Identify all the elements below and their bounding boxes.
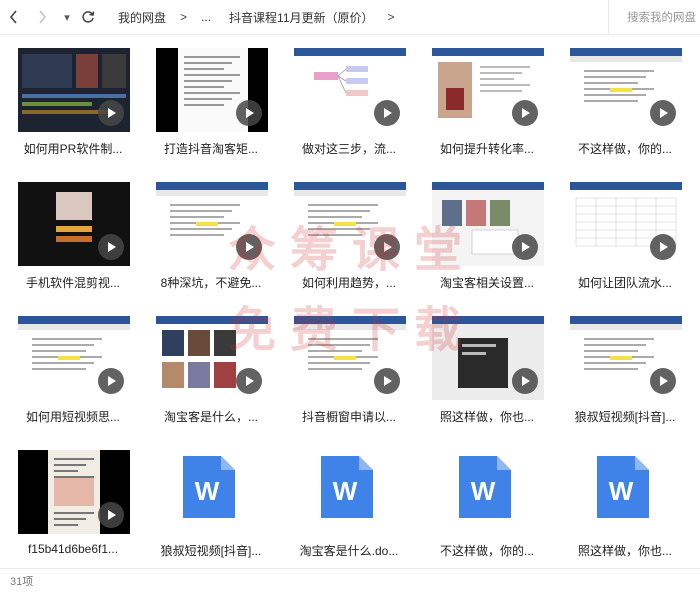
video-file-tile[interactable]: 打造抖音淘客矩...	[138, 40, 276, 170]
video-file-tile[interactable]: 做对这三步，流...	[276, 40, 414, 170]
video-file-tile[interactable]: 抖音橱窗申请以...	[276, 308, 414, 438]
video-thumbnail	[294, 182, 406, 266]
file-name: 不这样做，你的...	[577, 142, 672, 156]
svg-text:W: W	[195, 476, 220, 506]
chevron-right-icon	[39, 10, 47, 24]
video-thumbnail	[156, 182, 268, 266]
item-count: 31项	[10, 575, 34, 588]
document-file-tile[interactable]: W 狼叔短视频[抖音]...	[138, 442, 276, 572]
video-thumbnail	[432, 48, 544, 132]
play-icon	[236, 100, 262, 126]
video-file-tile[interactable]: 如何利用趋势，...	[276, 174, 414, 304]
file-name: 手机软件混剪视...	[25, 276, 120, 290]
video-thumbnail	[432, 182, 544, 266]
play-icon	[374, 100, 400, 126]
video-file-tile[interactable]: 淘宝客是什么，...	[138, 308, 276, 438]
file-name: 如何提升转化率...	[439, 142, 534, 156]
video-thumbnail	[18, 316, 130, 400]
file-name: f15b41d6be6f1...	[27, 542, 119, 556]
breadcrumb-current[interactable]: 抖音课程11月更新（原价）	[229, 9, 373, 26]
svg-text:W: W	[333, 476, 358, 506]
play-icon	[512, 100, 538, 126]
file-name: 如何用PR软件制...	[23, 142, 123, 156]
document-file-tile[interactable]: W 照这样做，你也...	[552, 442, 690, 572]
file-name: 狼叔短视频[抖音]...	[160, 544, 262, 558]
file-name: 淘宝客相关设置...	[439, 276, 534, 290]
document-file-tile[interactable]: W 淘宝客是什么.do...	[276, 442, 414, 572]
file-name: 8种深坑，不避免...	[160, 276, 262, 290]
video-thumbnail	[570, 316, 682, 400]
file-name: 如何利用趋势，...	[301, 276, 396, 290]
file-name: 不这样做，你的...	[439, 544, 534, 558]
file-name: 照这样做，你也...	[577, 544, 672, 558]
breadcrumb-root[interactable]: 我的网盘	[118, 9, 166, 26]
refresh-icon	[82, 11, 95, 23]
video-thumbnail	[18, 182, 130, 266]
file-name: 如何用短视频思...	[25, 410, 120, 424]
toolbar: ▾ 我的网盘 > ... 抖音课程11月更新（原价） > 搜索我的网盘	[0, 0, 700, 35]
file-name: 如何让团队流水...	[577, 276, 672, 290]
video-file-tile[interactable]: 如何用PR软件制...	[0, 40, 138, 170]
breadcrumb-ellipsis[interactable]: ...	[201, 10, 211, 24]
svg-text:W: W	[609, 476, 634, 506]
video-file-tile[interactable]: 如何让团队流水...	[552, 174, 690, 304]
play-icon	[374, 368, 400, 394]
file-name: 做对这三步，流...	[301, 142, 396, 156]
video-thumbnail	[156, 48, 268, 132]
video-file-tile[interactable]: 如何提升转化率...	[414, 40, 552, 170]
video-thumbnail	[294, 48, 406, 132]
video-thumbnail	[294, 316, 406, 400]
caret-down-icon: ▾	[64, 11, 70, 24]
video-file-tile[interactable]: 8种深坑，不避免...	[138, 174, 276, 304]
play-icon	[512, 368, 538, 394]
play-icon	[650, 100, 676, 126]
play-icon	[650, 234, 676, 260]
refresh-button[interactable]	[78, 7, 98, 27]
video-thumbnail	[18, 48, 130, 132]
svg-text:W: W	[471, 476, 496, 506]
word-doc-icon: W	[459, 456, 511, 518]
history-dropdown[interactable]: ▾	[57, 7, 77, 27]
file-name: 淘宝客是什么，...	[163, 410, 258, 424]
video-file-tile[interactable]: f15b41d6be6f1...	[0, 442, 138, 572]
breadcrumb-separator: >	[180, 10, 188, 24]
video-file-tile[interactable]: 不这样做，你的...	[552, 40, 690, 170]
forward-button[interactable]	[32, 7, 52, 27]
video-thumbnail	[156, 316, 268, 400]
video-file-tile[interactable]: 如何用短视频思...	[0, 308, 138, 438]
search-input[interactable]: 搜索我的网盘	[608, 0, 700, 34]
file-name: 打造抖音淘客矩...	[163, 142, 258, 156]
video-file-tile[interactable]: 淘宝客相关设置...	[414, 174, 552, 304]
video-file-tile[interactable]: 狼叔短视频[抖音]...	[552, 308, 690, 438]
video-thumbnail	[570, 48, 682, 132]
file-name: 淘宝客是什么.do...	[299, 544, 399, 558]
video-thumbnail	[432, 316, 544, 400]
word-doc-icon: W	[183, 456, 235, 518]
back-button[interactable]	[4, 7, 24, 27]
play-icon	[98, 502, 124, 528]
video-file-tile[interactable]: 手机软件混剪视...	[0, 174, 138, 304]
word-doc-icon: W	[321, 456, 373, 518]
breadcrumb: 我的网盘 > ... 抖音课程11月更新（原价） >	[118, 0, 409, 34]
play-icon	[98, 100, 124, 126]
status-bar: 31项	[0, 568, 700, 592]
word-doc-icon: W	[597, 456, 649, 518]
play-icon	[236, 234, 262, 260]
video-thumbnail	[570, 182, 682, 266]
video-thumbnail	[18, 450, 130, 534]
play-icon	[98, 368, 124, 394]
play-icon	[512, 234, 538, 260]
file-name: 照这样做，你也...	[439, 410, 534, 424]
file-name: 抖音橱窗申请以...	[301, 410, 396, 424]
document-file-tile[interactable]: W 不这样做，你的...	[414, 442, 552, 572]
video-file-tile[interactable]: 照这样做，你也...	[414, 308, 552, 438]
file-name: 狼叔短视频[抖音]...	[574, 410, 676, 424]
play-icon	[98, 234, 124, 260]
play-icon	[374, 234, 400, 260]
breadcrumb-separator-end: >	[387, 10, 395, 24]
play-icon	[236, 368, 262, 394]
chevron-left-icon	[9, 10, 17, 24]
play-icon	[650, 368, 676, 394]
